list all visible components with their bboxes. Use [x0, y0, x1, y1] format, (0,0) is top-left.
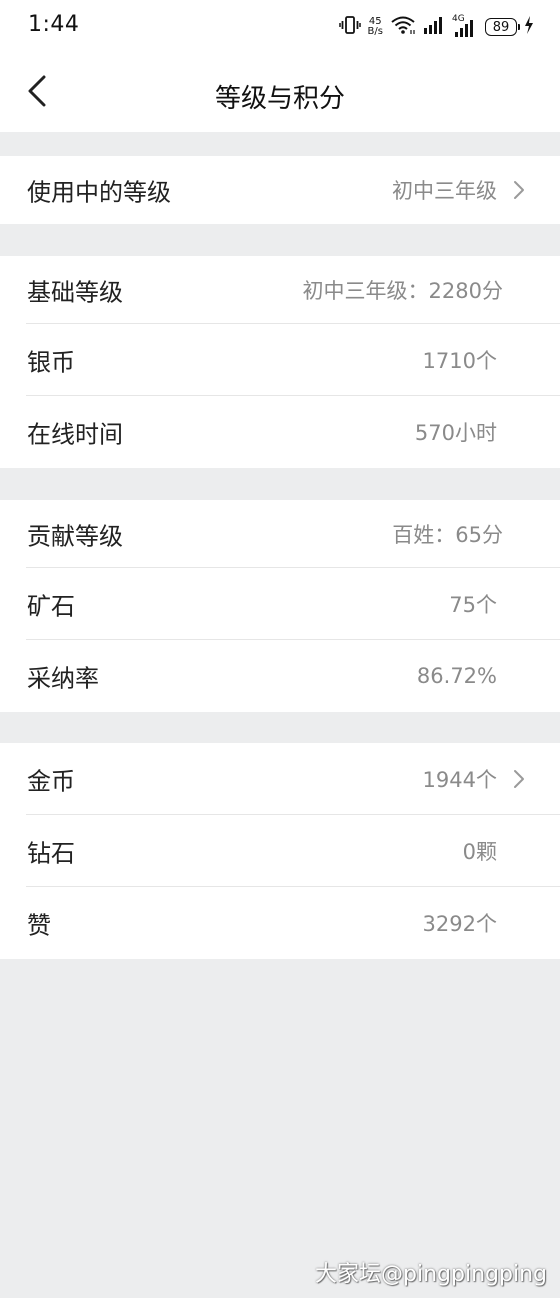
adoption-rate-value: 86.72% — [416, 664, 497, 688]
page-title: 等级与积分 — [214, 84, 345, 114]
online-time-label: 在线时间 — [27, 420, 123, 449]
wifi-icon — [390, 15, 416, 39]
current-level-label: 使用中的等级 — [27, 178, 171, 207]
battery-icon: 89 — [485, 18, 520, 36]
likes-label: 赞 — [27, 911, 51, 940]
diamond-label: 钻石 — [27, 839, 75, 868]
ore-label: 矿石 — [27, 592, 75, 621]
ore-value: 75个 — [449, 593, 497, 617]
vibrate-icon — [338, 15, 361, 39]
chevron-right-icon — [512, 769, 526, 789]
signal-4g-icon: 4G — [452, 14, 478, 38]
likes-value: 3292个 — [422, 912, 497, 936]
status-bar: 1:44 45 B/s 4G 89 — [0, 0, 560, 54]
current-level-section: 使用中的等级 初中三年级 — [0, 156, 560, 224]
title-bar: 等级与积分 — [0, 54, 560, 132]
diamond-row: 钻石 0颗 — [0, 815, 560, 887]
adoption-rate-label: 采纳率 — [27, 664, 99, 693]
battery-level: 89 — [492, 19, 510, 35]
silver-coin-row: 银币 1710个 — [0, 324, 560, 396]
status-time: 1:44 — [28, 12, 80, 37]
silver-coin-value: 1710个 — [422, 349, 497, 373]
watermark: 大家坛@pingpingping — [315, 1262, 547, 1287]
online-time-row: 在线时间 570小时 — [0, 396, 560, 468]
net-speed: 45 B/s — [368, 17, 383, 37]
adoption-rate-row: 采纳率 86.72% — [0, 640, 560, 712]
signal-icon — [423, 15, 445, 39]
online-time-value: 570小时 — [414, 421, 497, 445]
charging-icon — [524, 15, 534, 39]
current-level-value: 初中三年级 — [392, 179, 497, 203]
basic-level-label: 基础等级 — [27, 278, 123, 307]
basic-level-row: 基础等级 初中三年级：2280分 — [0, 256, 560, 324]
current-level-row[interactable]: 使用中的等级 初中三年级 — [0, 156, 560, 224]
basic-level-section: 基础等级 初中三年级：2280分 银币 1710个 在线时间 570小时 — [0, 256, 560, 468]
gold-coin-row[interactable]: 金币 1944个 — [0, 743, 560, 815]
silver-coin-label: 银币 — [27, 348, 75, 377]
diamond-value: 0颗 — [462, 840, 497, 864]
gold-coin-value: 1944个 — [422, 768, 497, 792]
assets-section: 金币 1944个 钻石 0颗 赞 3292个 — [0, 743, 560, 959]
contribution-level-value: 百姓：65分 — [392, 523, 503, 547]
status-icons: 45 B/s 4G 89 — [338, 14, 534, 40]
chevron-right-icon — [512, 180, 526, 200]
contribution-level-section: 贡献等级 百姓：65分 矿石 75个 采纳率 86.72% — [0, 500, 560, 712]
ore-row: 矿石 75个 — [0, 568, 560, 640]
contribution-level-label: 贡献等级 — [27, 522, 123, 551]
likes-row: 赞 3292个 — [0, 887, 560, 959]
basic-level-value: 初中三年级：2280分 — [302, 279, 503, 303]
contribution-level-row: 贡献等级 百姓：65分 — [0, 500, 560, 568]
gold-coin-label: 金币 — [27, 767, 75, 796]
net-speed-unit: B/s — [367, 26, 383, 37]
